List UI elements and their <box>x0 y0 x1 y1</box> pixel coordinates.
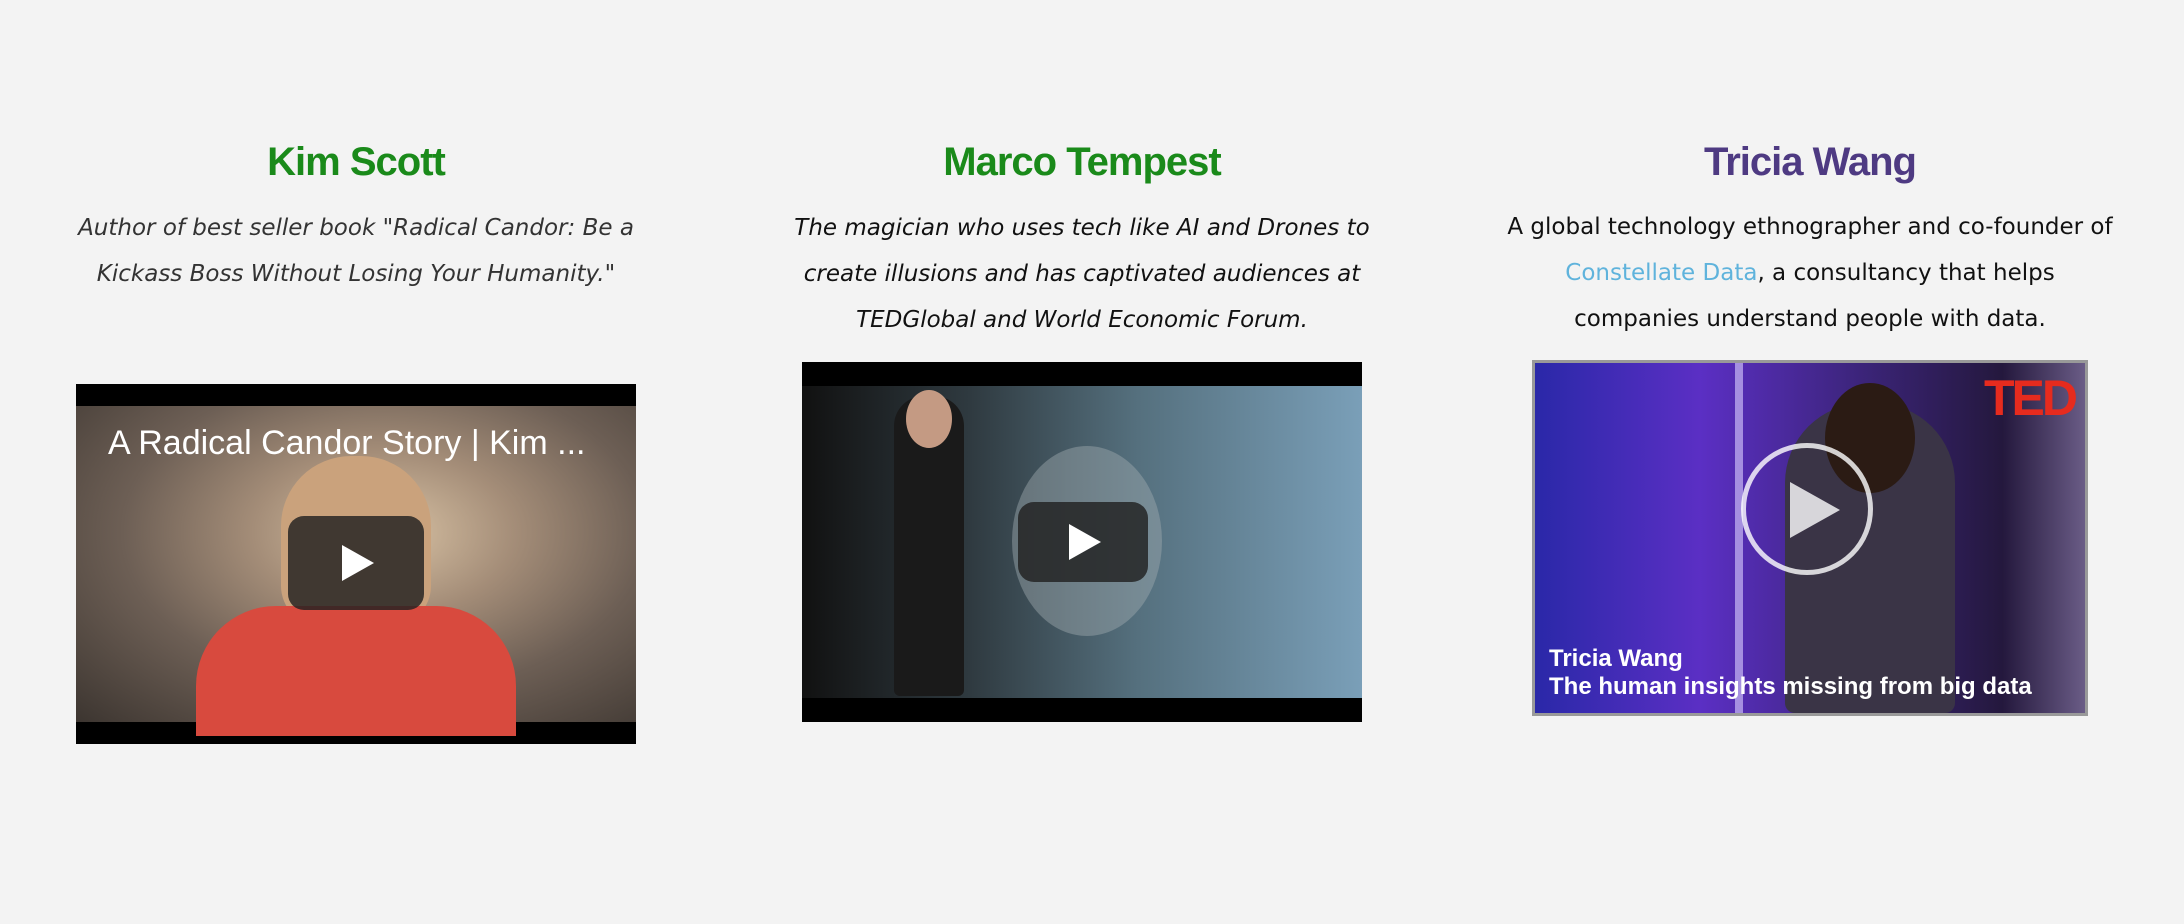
speaker-name: Kim Scott <box>267 140 446 184</box>
play-button[interactable] <box>1741 443 1873 575</box>
ted-logo: TED <box>1984 370 2078 426</box>
play-icon <box>342 545 374 581</box>
constellate-data-link[interactable]: Constellate Data <box>1565 260 1757 286</box>
video-player[interactable]: A Radical Candor Story | Kim ... <box>76 384 636 744</box>
play-button[interactable] <box>1018 502 1148 582</box>
caption-talk-title: The human insights missing from big data <box>1549 673 2032 700</box>
speaker-description: Author of best seller book "Radical Cand… <box>78 215 634 287</box>
play-circle-icon <box>1790 482 1840 538</box>
red-jacket <box>196 606 516 736</box>
video-title[interactable]: A Radical Candor Story | Kim ... <box>108 424 585 463</box>
speaker-name: Tricia Wang <box>1703 140 1917 184</box>
description-text: A global technology ethnographer and co-… <box>1507 214 2113 240</box>
play-icon <box>1069 524 1101 560</box>
video-player[interactable]: TED Tricia Wang The human insights missi… <box>1532 360 2088 716</box>
performer-head <box>906 390 952 448</box>
video-player[interactable] <box>802 362 1362 722</box>
speaker-description: A global technology ethnographer and co-… <box>1504 204 2116 342</box>
video-caption: Tricia Wang The human insights missing f… <box>1549 645 2032 701</box>
speaker-name: Marco Tempest <box>943 140 1221 184</box>
play-button[interactable] <box>288 516 424 610</box>
speaker-description: The magician who uses tech like AI and D… <box>794 215 1370 333</box>
caption-speaker-name: Tricia Wang <box>1549 645 1683 672</box>
